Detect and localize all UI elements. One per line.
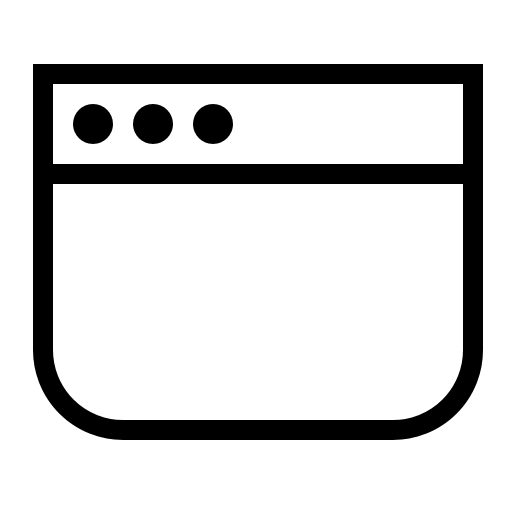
- window-dot-1: [73, 104, 113, 144]
- window-dot-3: [193, 104, 233, 144]
- browser-window-icon: [0, 0, 512, 512]
- window-dot-2: [133, 104, 173, 144]
- browser-window-svg: [33, 64, 483, 440]
